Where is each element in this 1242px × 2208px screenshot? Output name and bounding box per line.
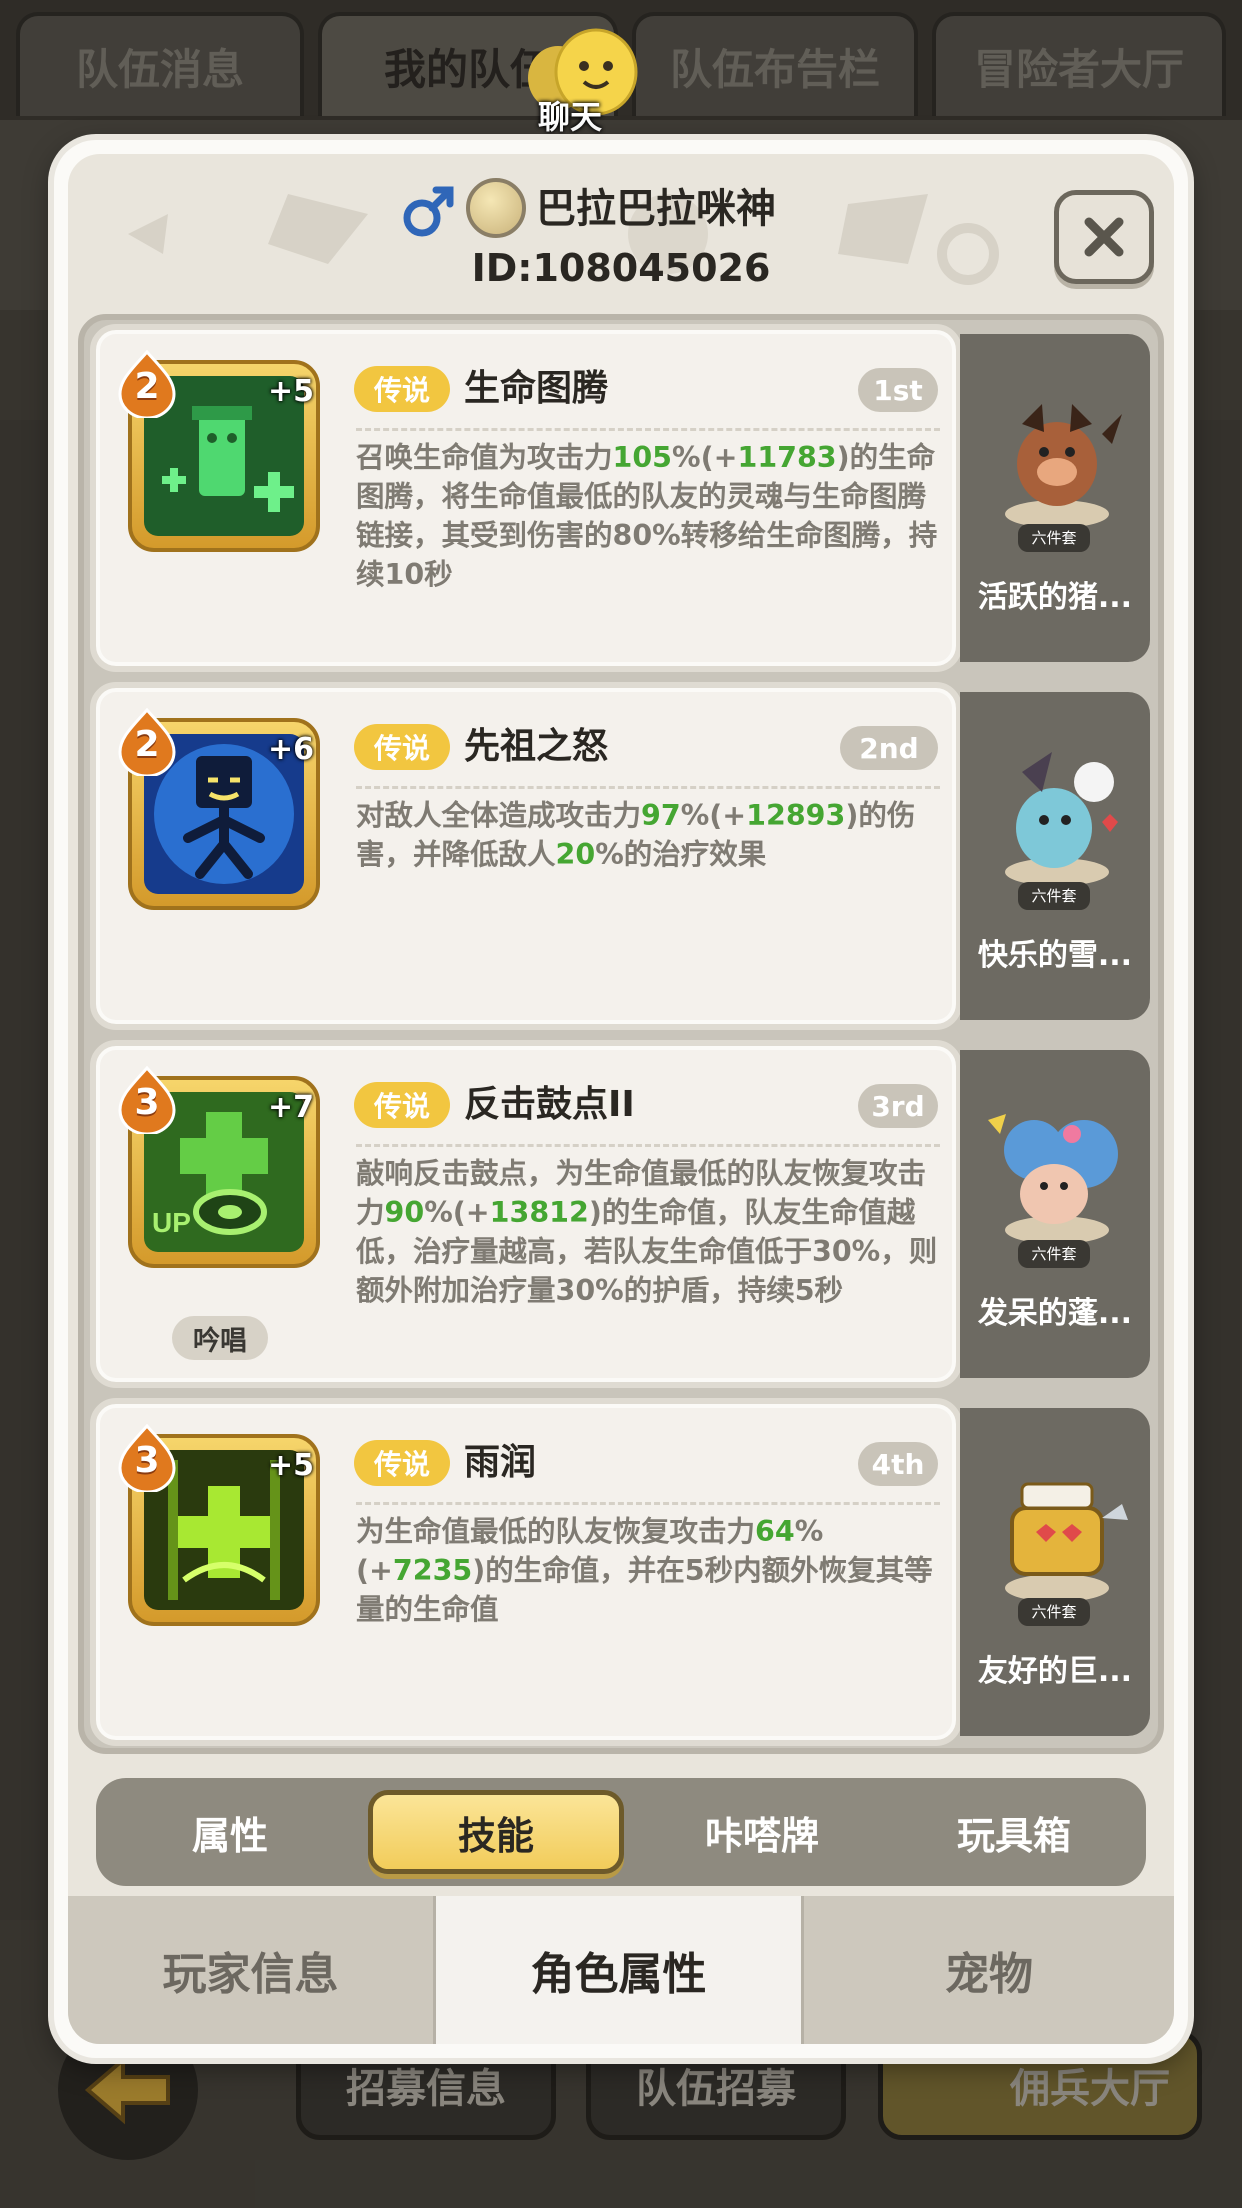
tab-skills[interactable]: 技能 bbox=[368, 1790, 624, 1874]
main-tab-bar: 玩家信息 角色属性 宠物 bbox=[68, 1896, 1174, 2044]
set-badge: 六件套 bbox=[1018, 1598, 1090, 1626]
set-badge: 六件套 bbox=[1018, 882, 1090, 910]
rank-tag: 3rd bbox=[858, 1084, 938, 1128]
pet-panel[interactable]: 六件套 活跃的猪... bbox=[960, 334, 1150, 662]
divider bbox=[356, 1502, 940, 1505]
skill-description: 召唤生命值为攻击力105%(+11783)的生命图腾，将生命值最低的队友的灵魂与… bbox=[356, 441, 938, 591]
tab-pets[interactable]: 宠物 bbox=[804, 1896, 1174, 2044]
pet-name: 发呆的蓬... bbox=[977, 1296, 1133, 1331]
skill-card[interactable]: 2 +6 传说 先祖之怒 2nd 对敌人全体造成攻击力97%(+12893)的伤… bbox=[90, 682, 962, 1030]
skill-title: 先祖之怒 bbox=[464, 726, 609, 767]
sub-tab-bar: 属性 技能 咔嗒牌 玩具箱 bbox=[96, 1778, 1146, 1886]
modal-body: 巴拉巴拉咪神 ID:108045026 2 +5 传说 生命图腾 1st 召唤生… bbox=[68, 154, 1174, 2044]
tab-character-attributes[interactable]: 角色属性 bbox=[436, 1896, 804, 2044]
modal-header: 巴拉巴拉咪神 ID:108045026 bbox=[68, 154, 1174, 314]
divider bbox=[356, 428, 940, 431]
skill-card[interactable]: 3 +5 传说 雨润 4th 为生命值最低的队友恢复攻击力64%(+7235)的… bbox=[90, 1398, 962, 1746]
divider bbox=[356, 786, 940, 789]
skill-card[interactable]: 2 +5 传说 生命图腾 1st 召唤生命值为攻击力105%(+11783)的生… bbox=[90, 324, 962, 672]
player-avatar[interactable] bbox=[466, 178, 526, 238]
rank-tag: 4th bbox=[858, 1442, 938, 1486]
rank-tag: 2nd bbox=[840, 726, 938, 770]
divider bbox=[356, 1144, 940, 1147]
pet-name: 快乐的雪... bbox=[977, 938, 1133, 973]
rarity-tag: 传说 bbox=[354, 366, 450, 412]
skill-list: 2 +5 传说 生命图腾 1st 召唤生命值为攻击力105%(+11783)的生… bbox=[78, 314, 1164, 1754]
skill-level: 2 bbox=[134, 724, 160, 765]
skill-level: 2 bbox=[134, 366, 160, 407]
pig-pet-icon bbox=[1005, 404, 1122, 528]
skill-level: 3 bbox=[134, 1082, 160, 1123]
skill-row[interactable]: 2 +6 传说 先祖之怒 2nd 对敌人全体造成攻击力97%(+12893)的伤… bbox=[90, 682, 1156, 1030]
skill-card[interactable]: UP 3 +7 吟唱 传说 反击鼓点II 3rd 敲响反击鼓点，为生命值最低的队… bbox=[90, 1040, 962, 1388]
svg-text:UP: UP bbox=[152, 1207, 191, 1238]
skill-description: 为生命值最低的队友恢复攻击力64%(+7235)的生命值，并在5秒内额外恢复其等… bbox=[356, 1515, 933, 1626]
tab-cards[interactable]: 咔嗒牌 bbox=[634, 1790, 890, 1874]
chat-label: 聊天 bbox=[537, 98, 602, 136]
pet-panel[interactable]: 六件套 快乐的雪... bbox=[960, 692, 1150, 1020]
skill-row[interactable]: 3 +5 传说 雨润 4th 为生命值最低的队友恢复攻击力64%(+7235)的… bbox=[90, 1398, 1156, 1746]
fluffy-sheep-pet-icon bbox=[988, 1114, 1118, 1244]
set-badge: 六件套 bbox=[1018, 524, 1090, 552]
rarity-tag: 传说 bbox=[354, 1082, 450, 1128]
rarity-tag: 传说 bbox=[354, 724, 450, 770]
player-profile-modal: 巴拉巴拉咪神 ID:108045026 2 +5 传说 生命图腾 1st 召唤生… bbox=[54, 140, 1188, 2058]
chant-tag: 吟唱 bbox=[172, 1316, 268, 1360]
close-button[interactable] bbox=[1054, 190, 1154, 284]
pet-panel[interactable]: 六件套 友好的巨... bbox=[960, 1408, 1150, 1736]
skill-bonus: +5 bbox=[268, 374, 315, 409]
giant-crab-pet-icon bbox=[1005, 1482, 1128, 1602]
close-icon bbox=[1084, 217, 1124, 257]
pet-name: 活跃的猪... bbox=[977, 580, 1133, 615]
skill-bonus: +6 bbox=[268, 732, 315, 767]
skill-description: 敲响反击鼓点，为生命值最低的队友恢复攻击力90%(+13812)的生命值，队友生… bbox=[356, 1157, 938, 1307]
skill-row[interactable]: UP 3 +7 吟唱 传说 反击鼓点II 3rd 敲响反击鼓点，为生命值最低的队… bbox=[90, 1040, 1156, 1388]
male-gender-icon bbox=[403, 186, 454, 237]
skill-level: 3 bbox=[134, 1440, 160, 1481]
skill-row[interactable]: 2 +5 传说 生命图腾 1st 召唤生命值为攻击力105%(+11783)的生… bbox=[90, 324, 1156, 672]
skill-title: 雨润 bbox=[464, 1442, 537, 1483]
rank-tag: 1st bbox=[858, 368, 938, 412]
tab-player-info[interactable]: 玩家信息 bbox=[68, 1896, 436, 2044]
skill-title: 反击鼓点II bbox=[464, 1084, 635, 1125]
tab-toy-box[interactable]: 玩具箱 bbox=[886, 1790, 1142, 1874]
player-id: ID:108045026 bbox=[471, 246, 771, 290]
skill-description: 对敌人全体造成攻击力97%(+12893)的伤害，并降低敌人20%的治疗效果 bbox=[356, 799, 916, 871]
tab-attributes[interactable]: 属性 bbox=[102, 1790, 358, 1874]
set-badge: 六件套 bbox=[1018, 1240, 1090, 1268]
skill-title: 生命图腾 bbox=[464, 368, 609, 409]
pet-name: 友好的巨... bbox=[977, 1654, 1133, 1689]
pet-panel[interactable]: 六件套 发呆的蓬... bbox=[960, 1050, 1150, 1378]
skill-bonus: +7 bbox=[268, 1090, 315, 1125]
player-name: 巴拉巴拉咪神 bbox=[536, 186, 776, 232]
skill-bonus: +5 bbox=[268, 1448, 315, 1483]
snow-pet-icon bbox=[1005, 752, 1118, 886]
rarity-tag: 传说 bbox=[354, 1440, 450, 1486]
